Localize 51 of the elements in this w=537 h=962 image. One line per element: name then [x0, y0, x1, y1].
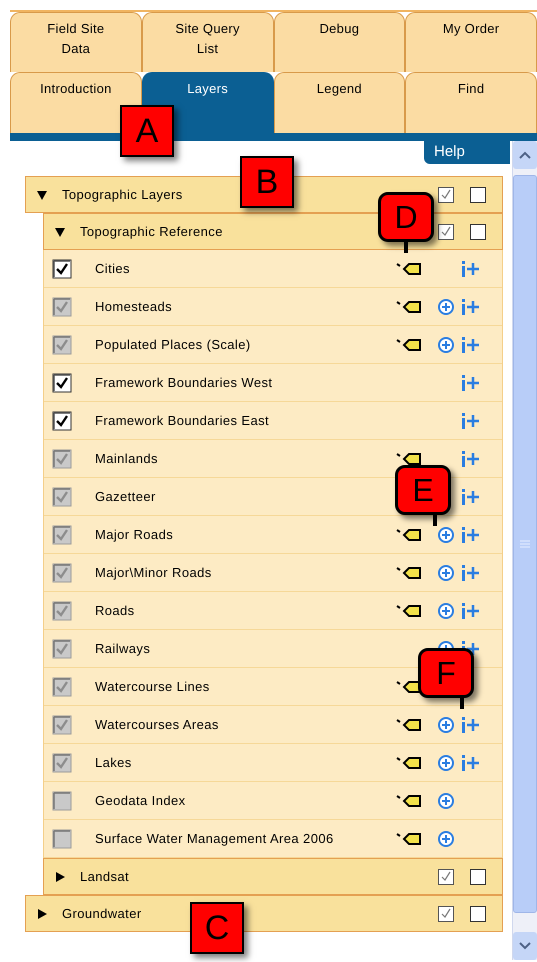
layer-name: Mainlands	[95, 450, 159, 468]
layer-name: Watercourses Areas	[95, 716, 220, 734]
layer-name: Populated Places (Scale)	[95, 336, 252, 354]
layer-name: Roads	[95, 602, 136, 620]
tab[interactable]: Find	[405, 72, 537, 133]
checkbox[interactable]	[52, 372, 72, 392]
callout-tooltip: D	[378, 192, 434, 254]
checkbox[interactable]	[470, 868, 486, 884]
layer-name: Gazetteer	[95, 488, 157, 506]
layer-name: Homesteads	[95, 298, 173, 316]
help-tab[interactable]: Help	[424, 141, 510, 164]
layer-name: Geodata Index	[95, 792, 186, 810]
checkbox[interactable]	[52, 410, 72, 430]
group-title: Landsat	[80, 868, 130, 886]
collapse-triangle-icon[interactable]	[36, 188, 48, 200]
tab[interactable]: Site Query List	[142, 12, 274, 72]
layer-name: Major Roads	[95, 526, 174, 544]
layer-name: Railways	[95, 640, 152, 658]
checkbox[interactable]	[470, 906, 486, 922]
checkbox[interactable]	[470, 186, 486, 202]
callout-tooltip: F	[418, 648, 474, 710]
tab[interactable]: Field Site Data	[10, 12, 142, 72]
layer-name: Watercourse Lines	[95, 678, 211, 696]
scroll-up-icon[interactable]	[518, 150, 532, 160]
layer-name: Framework Boundaries West	[95, 374, 274, 392]
collapse-triangle-icon[interactable]	[54, 226, 66, 238]
checkbox[interactable]	[470, 224, 486, 240]
group-title: Topographic Layers	[62, 186, 183, 204]
callout-tooltip: A	[120, 105, 174, 157]
checkbox[interactable]	[438, 224, 454, 240]
scroll-down-icon[interactable]	[518, 941, 532, 951]
tab[interactable]: My Order	[405, 12, 537, 72]
layer-name: Framework Boundaries East	[95, 412, 270, 430]
layer-name: Cities	[95, 260, 131, 278]
expand-triangle-icon[interactable]	[36, 908, 48, 920]
group-title: Topographic Reference	[80, 222, 223, 241]
callout-tooltip: E	[395, 465, 451, 527]
layer-name: Major\Minor Roads	[95, 564, 213, 582]
tab[interactable]: Debug	[274, 12, 406, 72]
group-title: Groundwater	[62, 904, 142, 923]
layer-name: Surface Water Management Area 2006	[95, 830, 335, 848]
callout-tooltip: C	[190, 902, 244, 954]
callout-tooltip: B	[240, 156, 294, 208]
tag-icon[interactable]	[396, 262, 422, 276]
tab[interactable]: Legend	[274, 72, 406, 133]
expand-triangle-icon[interactable]	[54, 870, 66, 882]
checkbox[interactable]	[438, 186, 454, 202]
checkbox[interactable]	[52, 258, 72, 278]
checkbox[interactable]	[438, 868, 454, 884]
checkbox[interactable]	[438, 906, 454, 922]
layer-name: Lakes	[95, 754, 133, 772]
